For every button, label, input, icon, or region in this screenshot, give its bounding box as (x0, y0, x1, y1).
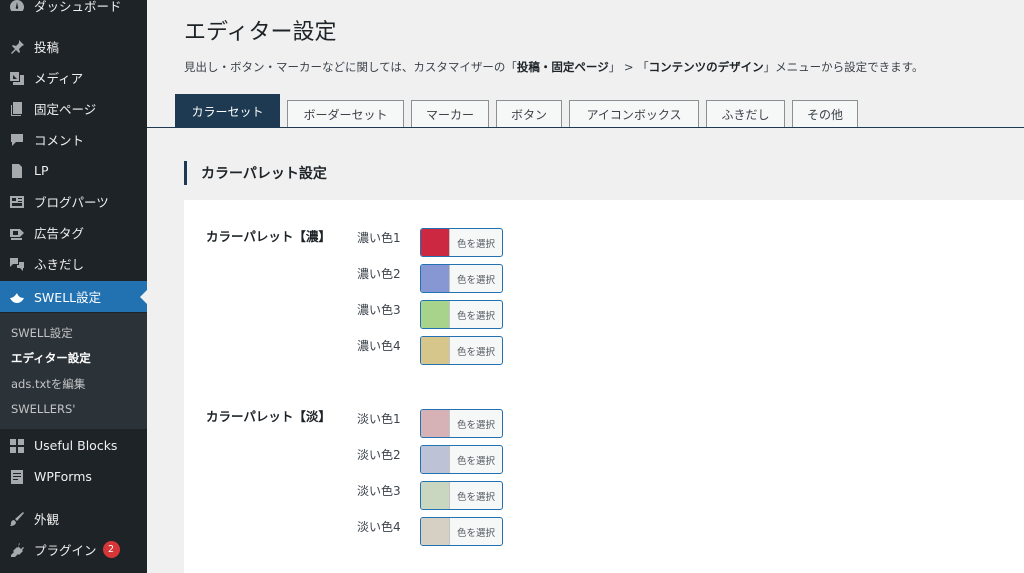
dark-color-4-picker[interactable]: 色を選択 (420, 336, 503, 365)
menu-label: ダッシュボード (34, 0, 122, 14)
light-color-1-picker[interactable]: 色を選択 (420, 409, 503, 438)
pin-icon (9, 39, 25, 55)
submenu-swellers[interactable]: SWELLERS' (11, 402, 75, 416)
select-color-label: 色を選択 (456, 346, 495, 358)
tab-icon-box[interactable]: アイコンボックス (569, 100, 699, 128)
menu-speech-bubble[interactable]: ふきだし (0, 248, 147, 279)
menu-wpforms[interactable]: WPForms (0, 461, 147, 492)
media-icon (9, 70, 25, 86)
page-description: 見出し・ボタン・マーカーなどに関しては、カスタマイザーの「投稿・固定ページ」 >… (184, 60, 924, 74)
description-link-content-design: コンテンツのデザイン (648, 60, 764, 74)
tag-icon (9, 225, 25, 241)
menu-pages[interactable]: 固定ページ (0, 93, 147, 124)
submenu-editor-settings[interactable]: エディター設定 (11, 350, 91, 366)
menu-useful-blocks[interactable]: Useful Blocks (0, 430, 147, 461)
select-color-label: 色を選択 (456, 491, 495, 503)
section-title: カラーパレット設定 (184, 161, 327, 185)
select-color-label: 色を選択 (456, 527, 495, 539)
tab-marker[interactable]: マーカー (411, 100, 489, 128)
speech-bubble-icon (9, 256, 25, 272)
layout-icon (9, 194, 25, 210)
description-link-posts: 投稿・固定ページ (516, 60, 609, 74)
menu-label: WPForms (34, 469, 92, 484)
dark-color-2-label: 濃い色2 (357, 267, 401, 281)
menu-appearance[interactable]: 外観 (0, 503, 147, 534)
comment-icon (9, 132, 25, 148)
light-color-3-label: 淡い色3 (357, 484, 401, 498)
color-swatch (421, 482, 450, 509)
menu-plugins[interactable]: プラグイン 2 (0, 534, 147, 565)
menu-media[interactable]: メディア (0, 62, 147, 93)
brush-icon (9, 511, 25, 527)
light-color-4-label: 淡い色4 (357, 520, 401, 534)
menu-posts[interactable]: 投稿 (0, 31, 147, 62)
select-color-label: 色を選択 (456, 274, 495, 286)
color-swatch (421, 229, 450, 256)
settings-panel (184, 200, 1024, 573)
swell-icon (9, 289, 25, 305)
submenu-ads-txt[interactable]: ads.txtを編集 (11, 376, 85, 392)
menu-label: ブログパーツ (34, 195, 109, 210)
color-swatch (421, 446, 450, 473)
submenu-swell-settings[interactable]: SWELL設定 (11, 325, 73, 341)
page-icon (9, 101, 25, 117)
document-icon (9, 163, 25, 179)
menu-ad-tags[interactable]: 広告タグ (0, 217, 147, 248)
menu-label: 投稿 (34, 40, 60, 55)
admin-sidebar: ダッシュボード 投稿 メディア 固定ページ コメント LP ブログパーツ 広告タ… (0, 0, 148, 573)
light-palette-label: カラーパレット【淡】 (206, 409, 331, 424)
menu-label: 固定ページ (34, 102, 97, 117)
menu-label: メディア (34, 71, 84, 86)
light-color-1-label: 淡い色1 (357, 412, 401, 426)
select-color-label: 色を選択 (456, 310, 495, 322)
color-swatch (421, 337, 450, 364)
light-color-2-picker[interactable]: 色を選択 (420, 445, 503, 474)
dashboard-icon (9, 0, 25, 14)
light-color-2-label: 淡い色2 (357, 448, 401, 462)
menu-comments[interactable]: コメント (0, 124, 147, 155)
color-swatch (421, 301, 450, 328)
menu-label: ふきだし (34, 257, 85, 272)
forms-icon (9, 469, 25, 485)
tab-speech-bubble[interactable]: ふきだし (706, 100, 785, 128)
menu-lp[interactable]: LP (0, 155, 147, 186)
tab-divider (147, 127, 1024, 128)
dark-color-4-label: 濃い色4 (357, 339, 401, 353)
menu-label: LP (34, 163, 49, 178)
tab-other[interactable]: その他 (792, 100, 858, 128)
color-swatch (421, 265, 450, 292)
menu-blog-parts[interactable]: ブログパーツ (0, 186, 147, 217)
select-color-label: 色を選択 (456, 238, 495, 250)
menu-label: コメント (34, 133, 85, 148)
menu-swell-settings[interactable]: SWELL設定 (0, 281, 148, 312)
page-title: エディター設定 (184, 20, 337, 45)
plugin-icon (9, 542, 25, 558)
tab-button[interactable]: ボタン (496, 100, 562, 128)
dark-color-3-label: 濃い色3 (357, 303, 401, 317)
dark-palette-label: カラーパレット【濃】 (206, 229, 331, 244)
menu-dashboard[interactable]: ダッシュボード (0, 0, 147, 21)
menu-label: SWELL設定 (34, 290, 102, 305)
tab-color-set[interactable]: カラーセット (175, 94, 280, 127)
swell-submenu: SWELL設定 エディター設定 ads.txtを編集 SWELLERS' (0, 313, 147, 429)
select-color-label: 色を選択 (456, 419, 495, 431)
dark-color-1-label: 濃い色1 (357, 231, 401, 245)
tab-border-set[interactable]: ボーダーセット (287, 100, 404, 128)
blocks-icon (9, 438, 25, 454)
plugin-update-badge: 2 (102, 541, 120, 558)
light-color-3-picker[interactable]: 色を選択 (420, 481, 503, 510)
dark-color-2-picker[interactable]: 色を選択 (420, 264, 503, 293)
menu-label: 広告タグ (34, 226, 85, 241)
color-swatch (421, 410, 450, 437)
select-color-label: 色を選択 (456, 455, 495, 467)
menu-label: Useful Blocks (34, 438, 118, 453)
light-color-4-picker[interactable]: 色を選択 (420, 517, 503, 546)
dark-color-3-picker[interactable]: 色を選択 (420, 300, 503, 329)
menu-label: 外観 (34, 512, 60, 527)
dark-color-1-picker[interactable]: 色を選択 (420, 228, 503, 257)
menu-label: プラグイン (34, 543, 97, 558)
color-swatch (421, 518, 450, 545)
